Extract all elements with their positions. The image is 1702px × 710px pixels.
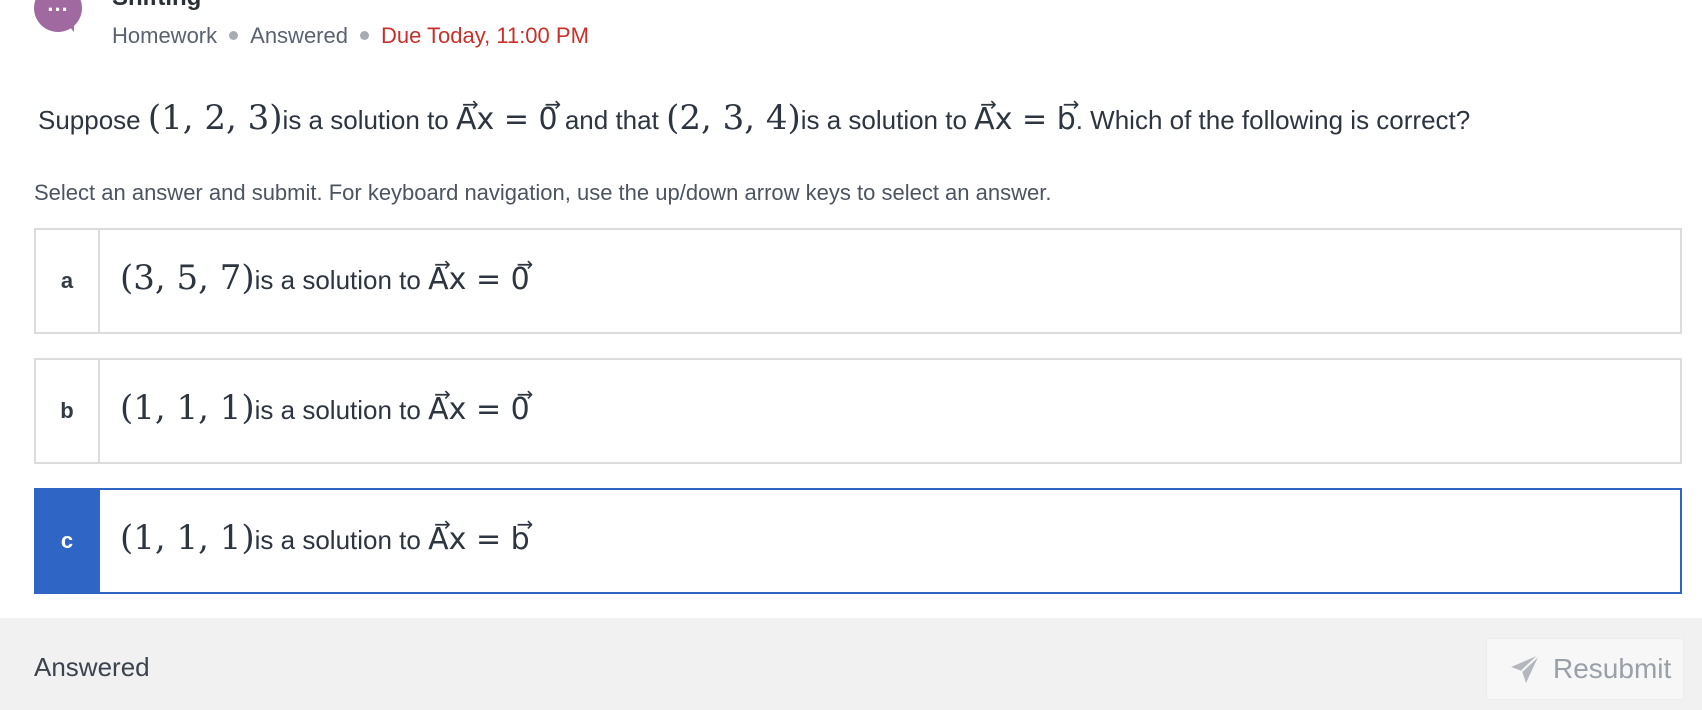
answer-option-a[interactable]: a (3, 5, 7)is a solution to Ax = 0 [34,228,1682,334]
assignment-meta: Homework Answered Due Today, 11:00 PM [112,22,589,50]
assignment-type: Homework [112,23,218,48]
assignment-status: Answered [250,23,348,48]
vector-ax: Ax [974,78,1012,146]
instructions: Select an answer and submit. For keyboar… [34,180,1052,205]
math-operator: = [475,522,502,557]
math-equation: Ax = b [974,78,1079,137]
question-text-part: is a solution to [282,105,449,135]
math-equation: Ax = b [428,498,533,557]
math-tuple: (1, 1, 1) [120,388,255,428]
send-icon [1511,654,1540,683]
answer-option-c[interactable]: c (1, 1, 1)is a solution to Ax = b [34,488,1682,594]
resubmit-label: Resubmit [1553,653,1672,684]
question-text-part: is a solution to [800,105,967,135]
vector-ax: Ax [456,78,494,146]
option-text: (1, 1, 1)is a solution to Ax = b [120,498,533,566]
submission-status: Answered [34,652,150,682]
math-tuple: (2, 3, 4) [666,98,801,138]
vector-zero: 0 [539,78,562,146]
vector-b: b [1057,78,1080,146]
vector-b: b [511,498,534,566]
option-text: (3, 5, 7)is a solution to Ax = 0 [120,238,534,306]
math-equation: Ax = 0 [428,368,533,427]
assignment-title: Shifting [112,0,201,10]
separator-dot [359,31,369,41]
math-operator: = [475,392,502,427]
due-date: Due Today, 11:00 PM [380,23,589,48]
question-text-part: Suppose [38,105,141,135]
option-letter: c [36,490,100,592]
answer-option-b[interactable]: b (1, 1, 1)is a solution to Ax = 0 [34,358,1682,464]
math-tuple: (1, 2, 3) [147,98,283,138]
math-operator: = [503,102,529,137]
math-operator: = [475,262,502,297]
separator-dot [229,31,239,41]
math-equation: Ax = 0 [428,238,533,297]
chat-bubble-icon: ... [34,0,82,32]
vector-ax: Ax [428,238,466,306]
question-text: Suppose (1, 2, 3)is a solution to Ax = 0… [38,78,1471,146]
option-label: is a solution to [254,265,421,295]
vector-ax: Ax [428,368,466,436]
vector-zero: 0 [511,368,534,436]
question-text-part: . Which of the following is correct? [1075,105,1471,135]
option-label: is a solution to [254,525,421,555]
math-equation: Ax = 0 [456,78,561,137]
vector-ax: Ax [428,498,466,566]
assignment-header: ... Shifting Homework Answered Due Today, … [0,0,1702,60]
option-letter: a [36,230,100,332]
vector-zero: 0 [511,238,534,306]
option-letter: b [36,360,100,462]
math-operator: = [1022,102,1048,137]
option-label: is a solution to [254,395,421,425]
question-text-part: and that [564,105,659,135]
option-text: (1, 1, 1)is a solution to Ax = 0 [120,368,534,436]
resubmit-button[interactable]: Resubmit [1486,638,1684,700]
submission-footer: Answered Resubmit [0,618,1702,710]
math-tuple: (3, 5, 7) [120,258,255,298]
math-tuple: (1, 1, 1) [120,518,255,558]
